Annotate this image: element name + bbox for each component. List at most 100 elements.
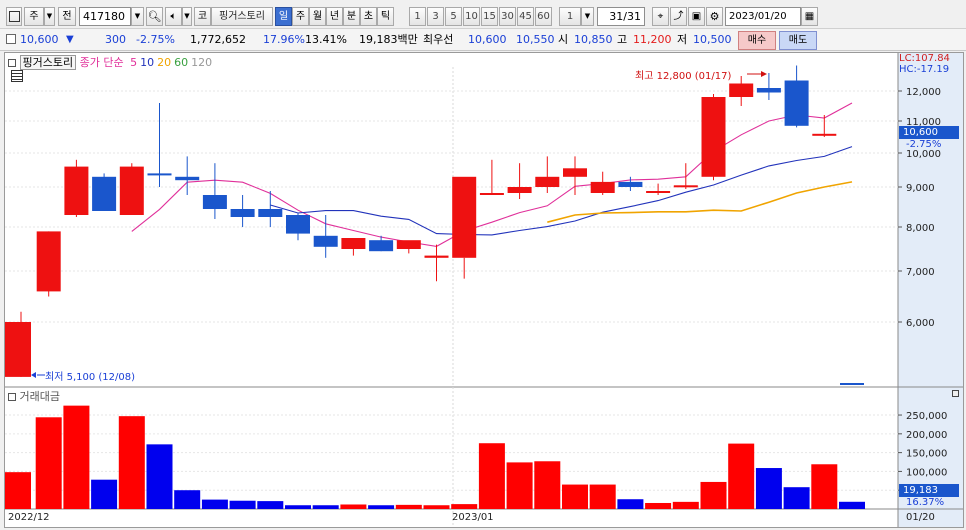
- period-button-3[interactable]: 년: [326, 7, 343, 26]
- stock-name[interactable]: 핑거스토리: [211, 7, 273, 26]
- count-select[interactable]: 1: [559, 7, 581, 26]
- volume-bar: [368, 505, 395, 509]
- market-button[interactable]: 코: [194, 7, 211, 26]
- volume-bar: [589, 484, 616, 509]
- price-tick-label: 7,000: [906, 267, 935, 278]
- x-label-right: 01/20: [906, 512, 935, 523]
- search-icon[interactable]: 🔍︎: [146, 7, 163, 26]
- interval-button-3[interactable]: 10: [463, 7, 480, 26]
- candle-body: [673, 185, 698, 188]
- volume-panel-title[interactable]: 거래대금: [20, 390, 60, 403]
- candle-body: [618, 181, 643, 187]
- price-tick-label: 10,000: [906, 149, 941, 160]
- code-dropdown-icon[interactable]: ▼: [131, 7, 144, 26]
- count-dropdown-icon[interactable]: ▼: [581, 7, 594, 26]
- panel-close-icon[interactable]: [8, 59, 16, 67]
- ma-period-10[interactable]: 10: [140, 56, 154, 69]
- ma-period-20[interactable]: 20: [157, 56, 171, 69]
- period-button-5[interactable]: 초: [360, 7, 377, 26]
- interval-button-2[interactable]: 5: [445, 7, 462, 26]
- min-annotation: 최저 5,100 (12/08): [45, 372, 136, 383]
- candle-body: [452, 176, 477, 258]
- candle-body: [64, 166, 89, 215]
- volume-tick-label: 250,000: [906, 411, 947, 422]
- volume-bar: [700, 481, 727, 509]
- ma-period-120[interactable]: 120: [191, 56, 212, 69]
- crosshair-icon[interactable]: ⌖: [652, 7, 669, 26]
- interval-button-5[interactable]: 30: [499, 7, 516, 26]
- speaker-icon[interactable]: 🔈︎: [165, 7, 182, 26]
- ma-period-60[interactable]: 60: [174, 56, 188, 69]
- calendar-icon[interactable]: ▦: [801, 7, 818, 26]
- price-panel-title[interactable]: 핑거스토리: [19, 55, 77, 70]
- candle-body: [396, 240, 421, 249]
- period-button-2[interactable]: 월: [309, 7, 326, 26]
- trend-line-icon[interactable]: ⤴: [670, 7, 687, 26]
- type-select[interactable]: 전: [58, 7, 76, 26]
- quote-expand-icon[interactable]: [6, 34, 16, 44]
- interval-button-6[interactable]: 45: [517, 7, 534, 26]
- candle-body: [202, 195, 227, 209]
- interval-button-4[interactable]: 15: [481, 7, 498, 26]
- volume-bar: [35, 417, 62, 509]
- volume-bar: [672, 501, 699, 509]
- period-button-1[interactable]: 주: [292, 7, 309, 26]
- market-dropdown-icon[interactable]: ▼: [44, 7, 55, 26]
- volume-bar: [839, 501, 865, 509]
- date-input[interactable]: 2023/01/20: [725, 7, 801, 26]
- page-total: /31: [623, 10, 641, 23]
- stock-code-input[interactable]: 417180: [79, 7, 131, 26]
- last-price-tag: 10,600: [899, 126, 959, 139]
- gear-icon[interactable]: ⚙: [706, 7, 723, 26]
- last-volume-value: 19,183: [903, 485, 938, 496]
- volume-bar: [534, 461, 561, 509]
- period-button-4[interactable]: 분: [343, 7, 360, 26]
- page-input[interactable]: 31/31: [597, 7, 645, 26]
- volume-bar: [478, 443, 505, 509]
- period-button-6[interactable]: 틱: [377, 7, 394, 26]
- price-change: 300: [105, 33, 126, 46]
- volume: 1,772,652: [190, 33, 246, 46]
- candle-body: [230, 209, 255, 217]
- candle-body: [479, 193, 504, 195]
- save-icon[interactable]: ▣: [688, 7, 705, 26]
- interval-button-0[interactable]: 1: [409, 7, 426, 26]
- volume-tick-label: 200,000: [906, 430, 947, 441]
- table-view-icon[interactable]: [11, 70, 23, 82]
- candle-body: [313, 235, 338, 247]
- candle-body: [535, 176, 560, 187]
- volume-panel-header: 거래대금: [8, 388, 60, 404]
- chart-menu-icon[interactable]: [6, 7, 22, 26]
- candle-body: [258, 209, 283, 217]
- speaker-dropdown-icon[interactable]: ▼: [182, 7, 192, 26]
- interval-button-7[interactable]: 60: [535, 7, 552, 26]
- ma-label[interactable]: 종가 단순: [80, 56, 124, 69]
- low-label: 저: [677, 33, 688, 46]
- chart-canvas[interactable]: 12,00011,00010,0009,0008,0007,0006,00025…: [5, 53, 963, 527]
- market-select[interactable]: 주: [24, 7, 44, 26]
- interval-button-1[interactable]: 3: [427, 7, 444, 26]
- price-tick-label: 12,000: [906, 87, 941, 98]
- volume-bar: [395, 504, 422, 509]
- volume-bar: [645, 502, 672, 509]
- volume-bar: [229, 500, 256, 509]
- candle-body: [147, 173, 172, 176]
- period-button-0[interactable]: 일: [275, 7, 292, 26]
- volume-panel-icon[interactable]: [8, 393, 16, 401]
- candle-body: [5, 322, 31, 377]
- candle-body: [646, 191, 671, 193]
- candle-body: [507, 187, 532, 193]
- ratio-pct: 13.41%: [305, 33, 347, 46]
- price-panel-header: 핑거스토리 종가 단순 5 10 20 60 120: [8, 54, 212, 70]
- volume-tick-label: 100,000: [906, 467, 947, 478]
- volume-panel-close-icon[interactable]: [952, 390, 959, 397]
- sell-button[interactable]: 매도: [779, 31, 817, 50]
- buy-button[interactable]: 매수: [738, 31, 776, 50]
- volume-bar: [423, 505, 450, 509]
- ma-period-5[interactable]: 5: [130, 56, 137, 69]
- candle-body: [119, 166, 144, 215]
- volume-bar: [63, 405, 90, 509]
- last-volume-pct: 16.37%: [906, 497, 945, 508]
- max-annotation: 최고 12,800 (01/17): [635, 71, 732, 82]
- volume-bar: [146, 444, 173, 509]
